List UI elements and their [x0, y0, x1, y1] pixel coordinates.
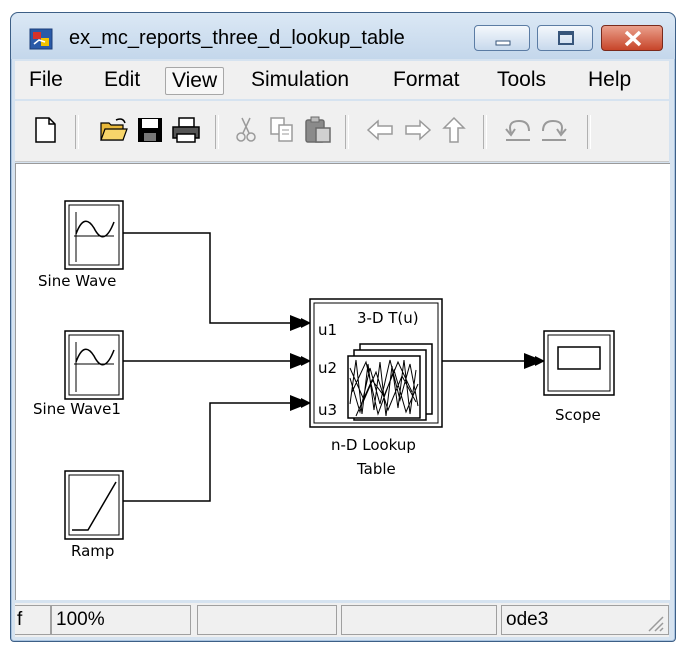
print-icon[interactable] — [171, 115, 201, 145]
sine-wave1-block[interactable] — [64, 330, 124, 400]
signal-line-ramp[interactable] — [123, 398, 311, 502]
menu-help[interactable]: Help — [582, 67, 637, 93]
maximize-icon — [558, 31, 574, 45]
save-icon[interactable] — [135, 115, 165, 145]
status-cell-2 — [197, 605, 337, 635]
copy-icon[interactable] — [267, 115, 297, 145]
menu-bar: File Edit View Simulation Format Tools H… — [15, 61, 669, 99]
open-folder-icon[interactable] — [99, 115, 129, 145]
up-arrow-icon[interactable] — [439, 115, 469, 145]
forward-arrow-icon[interactable] — [403, 115, 433, 145]
sine-wave-block[interactable] — [64, 200, 124, 270]
sine-wave1-label: Sine Wave1 — [33, 400, 121, 418]
signal-line-sine-wave[interactable] — [123, 232, 311, 328]
menu-tools[interactable]: Tools — [491, 67, 552, 93]
simulink-app-icon — [29, 28, 53, 50]
menu-edit[interactable]: Edit — [98, 67, 146, 93]
status-bar: f 100% ode3 — [15, 603, 669, 637]
model-canvas[interactable]: Sine Wave Sine Wave1 Ramp 3-D T(u) u1 u2… — [15, 163, 670, 600]
sine-wave-label: Sine Wave — [38, 272, 116, 290]
paste-icon[interactable] — [303, 115, 333, 145]
lookup-port-u2: u2 — [318, 359, 337, 377]
menu-view[interactable]: View — [165, 67, 225, 95]
ramp-label: Ramp — [71, 542, 114, 560]
lookup-table-label-line1: n-D Lookup — [331, 436, 416, 454]
lookup-port-u1: u1 — [318, 321, 337, 339]
status-cell-3 — [341, 605, 497, 635]
status-clip-cell: f — [15, 605, 51, 635]
toolbar — [15, 101, 669, 162]
lookup-table-title: 3-D T(u) — [357, 309, 419, 327]
menu-format[interactable]: Format — [387, 67, 466, 93]
zoom-level: 100% — [51, 605, 191, 635]
window-title: ex_mc_reports_three_d_lookup_table — [69, 27, 405, 49]
simulink-window: ex_mc_reports_three_d_lookup_table File … — [10, 12, 676, 642]
scope-label: Scope — [555, 406, 601, 424]
lookup-table-label-line2: Table — [356, 460, 396, 478]
ramp-block[interactable] — [64, 470, 124, 540]
back-arrow-icon[interactable] — [365, 115, 395, 145]
lookup-port-u3: u3 — [318, 401, 337, 419]
new-file-icon[interactable] — [30, 115, 60, 145]
maximize-button[interactable] — [537, 25, 593, 51]
menu-simulation[interactable]: Simulation — [245, 67, 355, 93]
menu-file[interactable]: File — [23, 67, 69, 93]
close-icon — [624, 30, 642, 47]
cut-icon[interactable] — [231, 115, 261, 145]
solver-name: ode3 — [501, 605, 669, 635]
close-button[interactable] — [601, 25, 663, 51]
redo-icon[interactable] — [539, 115, 569, 145]
block-diagram: Sine Wave Sine Wave1 Ramp 3-D T(u) u1 u2… — [33, 200, 615, 560]
title-bar[interactable]: ex_mc_reports_three_d_lookup_table — [11, 13, 675, 59]
resize-grip-icon[interactable] — [645, 613, 665, 633]
undo-icon[interactable] — [503, 115, 533, 145]
minimize-button[interactable] — [474, 25, 530, 51]
minimize-icon — [495, 40, 511, 46]
scope-block[interactable] — [543, 330, 615, 396]
